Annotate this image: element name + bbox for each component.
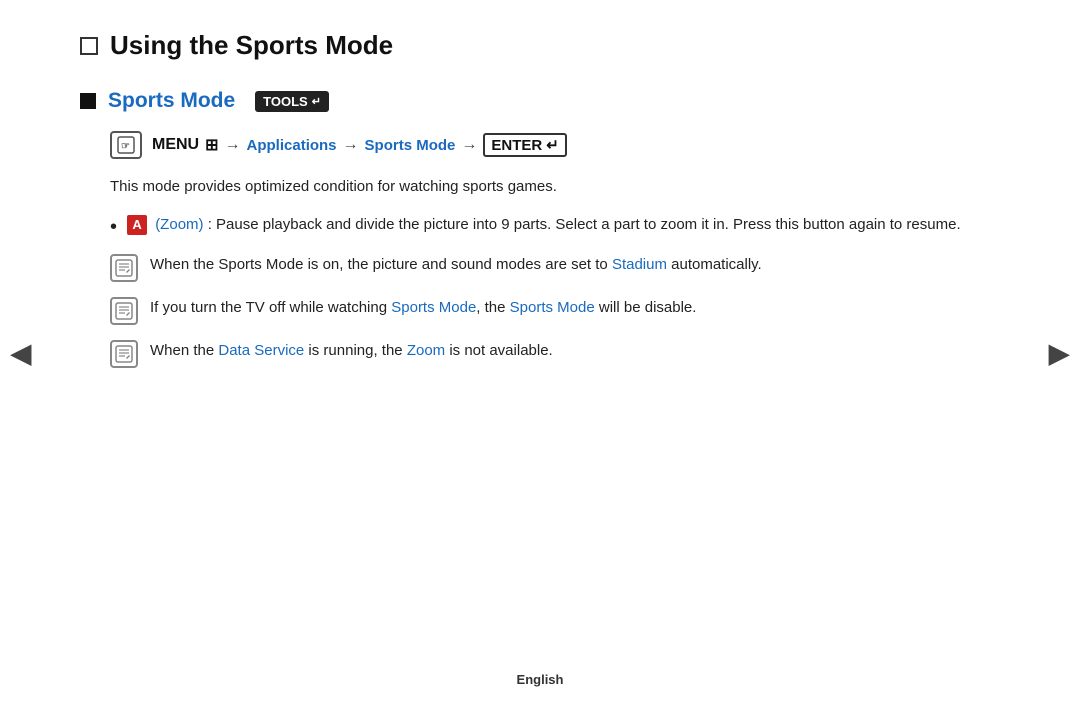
note-1-text: When the Sports Mode is on, the picture … — [150, 253, 762, 277]
arrow-2: → — [343, 136, 359, 154]
sports-mode-menu-link: Sports Mode — [365, 137, 456, 154]
note-icon-1 — [110, 254, 138, 282]
sports-mode-link-1: Sports Mode — [391, 299, 476, 316]
arrow-3: → — [461, 136, 477, 154]
stadium-link: Stadium — [612, 256, 667, 273]
note-3-text-before: When the — [150, 342, 218, 359]
applications-link: Applications — [247, 137, 337, 154]
nav-arrow-right[interactable]: ▶ — [1048, 336, 1070, 369]
note-item-1: When the Sports Mode is on, the picture … — [110, 253, 1000, 282]
main-heading-container: Using the Sports Mode — [80, 30, 1000, 61]
note-2-text-end: will be disable. — [595, 299, 697, 316]
note-1-text-before: When the Sports Mode is on, the picture … — [150, 256, 612, 273]
note-2-text-mid: , the — [476, 299, 509, 316]
zoom-link: (Zoom) — [155, 216, 203, 233]
arrow-1: → — [225, 136, 241, 154]
menu-label: MENU — [152, 136, 199, 154]
note-item-3: When the Data Service is running, the Zo… — [110, 339, 1000, 368]
checkbox-icon — [80, 37, 98, 55]
body-description: This mode provides optimized condition f… — [110, 175, 1000, 199]
page-title: Using the Sports Mode — [110, 30, 393, 61]
bullet-zoom-item: • A (Zoom) : Pause playback and divide t… — [110, 213, 1000, 241]
body-text-content: This mode provides optimized condition f… — [110, 178, 557, 195]
footer-language: English — [517, 672, 564, 687]
note-2-text: If you turn the TV off while watching Sp… — [150, 296, 696, 320]
menu-finger-icon: ☞ — [110, 131, 142, 159]
note-2-text-before: If you turn the TV off while watching — [150, 299, 391, 316]
section-heading-container: Sports Mode TOOLS ↵ — [80, 89, 1000, 113]
note-icon-2 — [110, 297, 138, 325]
enter-label: ENTER — [491, 137, 542, 154]
zoom-a-badge: A — [127, 215, 147, 235]
tools-return-icon: ↵ — [312, 95, 321, 108]
menu-path: ☞ MENU ⊞ → Applications → Sports Mode → … — [110, 131, 1000, 159]
section-title: Sports Mode — [108, 89, 235, 113]
zoom-link-2: Zoom — [407, 342, 445, 359]
note-icon-3 — [110, 340, 138, 368]
note-item-2: If you turn the TV off while watching Sp… — [110, 296, 1000, 325]
data-service-link: Data Service — [218, 342, 304, 359]
zoom-text: : Pause playback and divide the picture … — [208, 216, 961, 233]
sports-mode-link-2: Sports Mode — [510, 299, 595, 316]
note-3-text-end: is not available. — [445, 342, 553, 359]
tools-badge: TOOLS ↵ — [255, 91, 329, 112]
black-square-icon — [80, 93, 96, 109]
enter-return-icon: ↵ — [546, 136, 559, 154]
note-1-text-after: automatically. — [667, 256, 762, 273]
svg-text:☞: ☞ — [121, 141, 130, 152]
footer-text: English — [517, 672, 564, 687]
bullet-zoom-content: A (Zoom) : Pause playback and divide the… — [127, 213, 961, 237]
tools-badge-label: TOOLS — [263, 94, 308, 109]
menu-symbol: ⊞ — [205, 135, 218, 155]
note-3-text-mid: is running, the — [304, 342, 407, 359]
nav-arrow-left[interactable]: ◀ — [10, 336, 32, 369]
bullet-dot: • — [110, 213, 117, 241]
enter-badge: ENTER ↵ — [483, 133, 566, 157]
bullet-list: • A (Zoom) : Pause playback and divide t… — [110, 213, 1000, 241]
note-3-text: When the Data Service is running, the Zo… — [150, 339, 553, 363]
